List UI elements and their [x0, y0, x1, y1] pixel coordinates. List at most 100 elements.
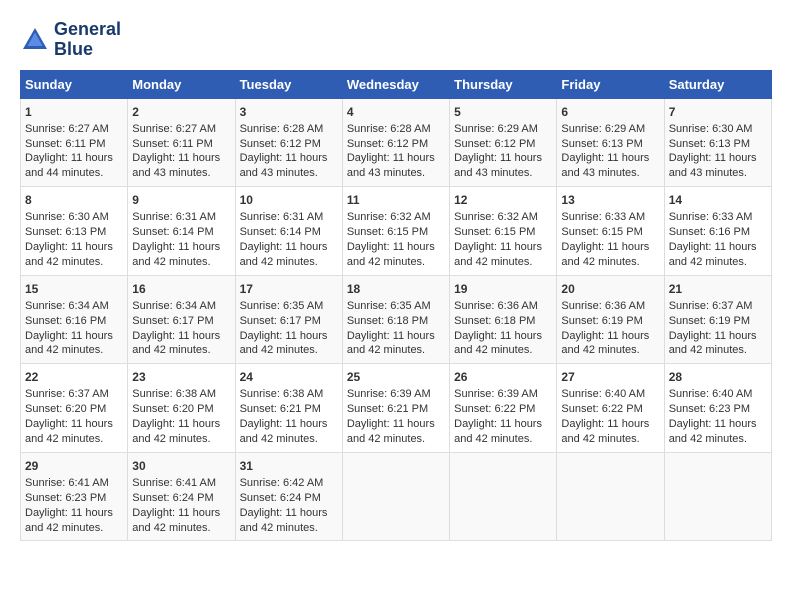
calendar-cell: 9Sunrise: 6:31 AMSunset: 6:14 PMDaylight…: [128, 187, 235, 276]
calendar-cell: 30Sunrise: 6:41 AMSunset: 6:24 PMDayligh…: [128, 452, 235, 541]
sunrise-text: Sunrise: 6:32 AM: [347, 210, 445, 225]
day-number: 20: [561, 281, 659, 297]
sunrise-text: Sunrise: 6:37 AM: [669, 299, 767, 314]
weekday-header-monday: Monday: [128, 70, 235, 98]
day-number: 15: [25, 281, 123, 297]
daylight-text: Daylight: 11 hours and 43 minutes.: [454, 151, 552, 181]
sunset-text: Sunset: 6:13 PM: [25, 225, 123, 240]
sunset-text: Sunset: 6:13 PM: [561, 137, 659, 152]
weekday-header-friday: Friday: [557, 70, 664, 98]
daylight-text: Daylight: 11 hours and 42 minutes.: [454, 240, 552, 270]
sunset-text: Sunset: 6:14 PM: [132, 225, 230, 240]
sunrise-text: Sunrise: 6:35 AM: [240, 299, 338, 314]
sunset-text: Sunset: 6:24 PM: [132, 491, 230, 506]
calendar-cell: 8Sunrise: 6:30 AMSunset: 6:13 PMDaylight…: [21, 187, 128, 276]
sunset-text: Sunset: 6:12 PM: [454, 137, 552, 152]
day-number: 16: [132, 281, 230, 297]
sunrise-text: Sunrise: 6:27 AM: [132, 122, 230, 137]
weekday-header-sunday: Sunday: [21, 70, 128, 98]
calendar-cell: 29Sunrise: 6:41 AMSunset: 6:23 PMDayligh…: [21, 452, 128, 541]
sunset-text: Sunset: 6:14 PM: [240, 225, 338, 240]
weekday-header-wednesday: Wednesday: [342, 70, 449, 98]
daylight-text: Daylight: 11 hours and 43 minutes.: [561, 151, 659, 181]
daylight-text: Daylight: 11 hours and 42 minutes.: [561, 329, 659, 359]
daylight-text: Daylight: 11 hours and 42 minutes.: [669, 240, 767, 270]
sunrise-text: Sunrise: 6:39 AM: [347, 387, 445, 402]
daylight-text: Daylight: 11 hours and 42 minutes.: [25, 240, 123, 270]
sunrise-text: Sunrise: 6:28 AM: [240, 122, 338, 137]
sunrise-text: Sunrise: 6:37 AM: [25, 387, 123, 402]
day-number: 8: [25, 192, 123, 208]
daylight-text: Daylight: 11 hours and 42 minutes.: [347, 417, 445, 447]
calendar-cell: [664, 452, 771, 541]
page-header: General Blue: [20, 20, 772, 60]
calendar-cell: 12Sunrise: 6:32 AMSunset: 6:15 PMDayligh…: [450, 187, 557, 276]
calendar-cell: 27Sunrise: 6:40 AMSunset: 6:22 PMDayligh…: [557, 364, 664, 453]
daylight-text: Daylight: 11 hours and 42 minutes.: [561, 417, 659, 447]
daylight-text: Daylight: 11 hours and 43 minutes.: [669, 151, 767, 181]
sunset-text: Sunset: 6:11 PM: [25, 137, 123, 152]
weekday-header-saturday: Saturday: [664, 70, 771, 98]
calendar-cell: 21Sunrise: 6:37 AMSunset: 6:19 PMDayligh…: [664, 275, 771, 364]
calendar-cell: 19Sunrise: 6:36 AMSunset: 6:18 PMDayligh…: [450, 275, 557, 364]
sunrise-text: Sunrise: 6:40 AM: [561, 387, 659, 402]
sunset-text: Sunset: 6:19 PM: [561, 314, 659, 329]
sunrise-text: Sunrise: 6:41 AM: [25, 476, 123, 491]
day-number: 3: [240, 104, 338, 120]
calendar-cell: 6Sunrise: 6:29 AMSunset: 6:13 PMDaylight…: [557, 98, 664, 187]
daylight-text: Daylight: 11 hours and 42 minutes.: [669, 329, 767, 359]
sunrise-text: Sunrise: 6:28 AM: [347, 122, 445, 137]
daylight-text: Daylight: 11 hours and 42 minutes.: [25, 506, 123, 536]
sunset-text: Sunset: 6:15 PM: [561, 225, 659, 240]
calendar-cell: 14 Sunrise: 6:33 AMSunset: 6:16 PMDayligh…: [664, 187, 771, 276]
sunset-text: Sunset: 6:12 PM: [347, 137, 445, 152]
daylight-text: Daylight: 11 hours and 42 minutes.: [669, 417, 767, 447]
daylight-text: Daylight: 11 hours and 42 minutes.: [240, 240, 338, 270]
sunrise-text: Sunrise: 6:33 AM: [669, 210, 767, 225]
calendar-cell: 11Sunrise: 6:32 AMSunset: 6:15 PMDayligh…: [342, 187, 449, 276]
daylight-text: Daylight: 11 hours and 42 minutes.: [240, 417, 338, 447]
sunrise-text: Sunrise: 6:33 AM: [561, 210, 659, 225]
sunset-text: Sunset: 6:17 PM: [132, 314, 230, 329]
calendar-cell: 20Sunrise: 6:36 AMSunset: 6:19 PMDayligh…: [557, 275, 664, 364]
day-number: 22: [25, 369, 123, 385]
calendar-cell: 24Sunrise: 6:38 AMSunset: 6:21 PMDayligh…: [235, 364, 342, 453]
daylight-text: Daylight: 11 hours and 42 minutes.: [347, 240, 445, 270]
calendar-cell: 31Sunrise: 6:42 AMSunset: 6:24 PMDayligh…: [235, 452, 342, 541]
day-number: 7: [669, 104, 767, 120]
sunset-text: Sunset: 6:24 PM: [240, 491, 338, 506]
sunset-text: Sunset: 6:23 PM: [669, 402, 767, 417]
daylight-text: Daylight: 11 hours and 43 minutes.: [347, 151, 445, 181]
daylight-text: Daylight: 11 hours and 43 minutes.: [132, 151, 230, 181]
daylight-text: Daylight: 11 hours and 42 minutes.: [454, 417, 552, 447]
sunset-text: Sunset: 6:16 PM: [669, 225, 767, 240]
calendar-week-row: 1Sunrise: 6:27 AMSunset: 6:11 PMDaylight…: [21, 98, 772, 187]
weekday-header-row: SundayMondayTuesdayWednesdayThursdayFrid…: [21, 70, 772, 98]
calendar-cell: 1Sunrise: 6:27 AMSunset: 6:11 PMDaylight…: [21, 98, 128, 187]
calendar-cell: 17Sunrise: 6:35 AMSunset: 6:17 PMDayligh…: [235, 275, 342, 364]
calendar-cell: 22Sunrise: 6:37 AMSunset: 6:20 PMDayligh…: [21, 364, 128, 453]
calendar-cell: 15Sunrise: 6:34 AMSunset: 6:16 PMDayligh…: [21, 275, 128, 364]
calendar-cell: 13Sunrise: 6:33 AMSunset: 6:15 PMDayligh…: [557, 187, 664, 276]
calendar-week-row: 29Sunrise: 6:41 AMSunset: 6:23 PMDayligh…: [21, 452, 772, 541]
day-number: 14: [669, 192, 767, 208]
daylight-text: Daylight: 11 hours and 42 minutes.: [454, 329, 552, 359]
calendar-cell: 2Sunrise: 6:27 AMSunset: 6:11 PMDaylight…: [128, 98, 235, 187]
day-number: 29: [25, 458, 123, 474]
daylight-text: Daylight: 11 hours and 42 minutes.: [347, 329, 445, 359]
day-number: 2: [132, 104, 230, 120]
sunrise-text: Sunrise: 6:39 AM: [454, 387, 552, 402]
sunset-text: Sunset: 6:19 PM: [669, 314, 767, 329]
calendar-cell: 26Sunrise: 6:39 AMSunset: 6:22 PMDayligh…: [450, 364, 557, 453]
daylight-text: Daylight: 11 hours and 42 minutes.: [25, 417, 123, 447]
calendar-cell: [557, 452, 664, 541]
day-number: 30: [132, 458, 230, 474]
calendar-cell: 23Sunrise: 6:38 AMSunset: 6:20 PMDayligh…: [128, 364, 235, 453]
daylight-text: Daylight: 11 hours and 44 minutes.: [25, 151, 123, 181]
day-number: 24: [240, 369, 338, 385]
calendar-week-row: 15Sunrise: 6:34 AMSunset: 6:16 PMDayligh…: [21, 275, 772, 364]
sunset-text: Sunset: 6:18 PM: [454, 314, 552, 329]
calendar-cell: 16Sunrise: 6:34 AMSunset: 6:17 PMDayligh…: [128, 275, 235, 364]
calendar-cell: 10Sunrise: 6:31 AMSunset: 6:14 PMDayligh…: [235, 187, 342, 276]
day-number: 6: [561, 104, 659, 120]
